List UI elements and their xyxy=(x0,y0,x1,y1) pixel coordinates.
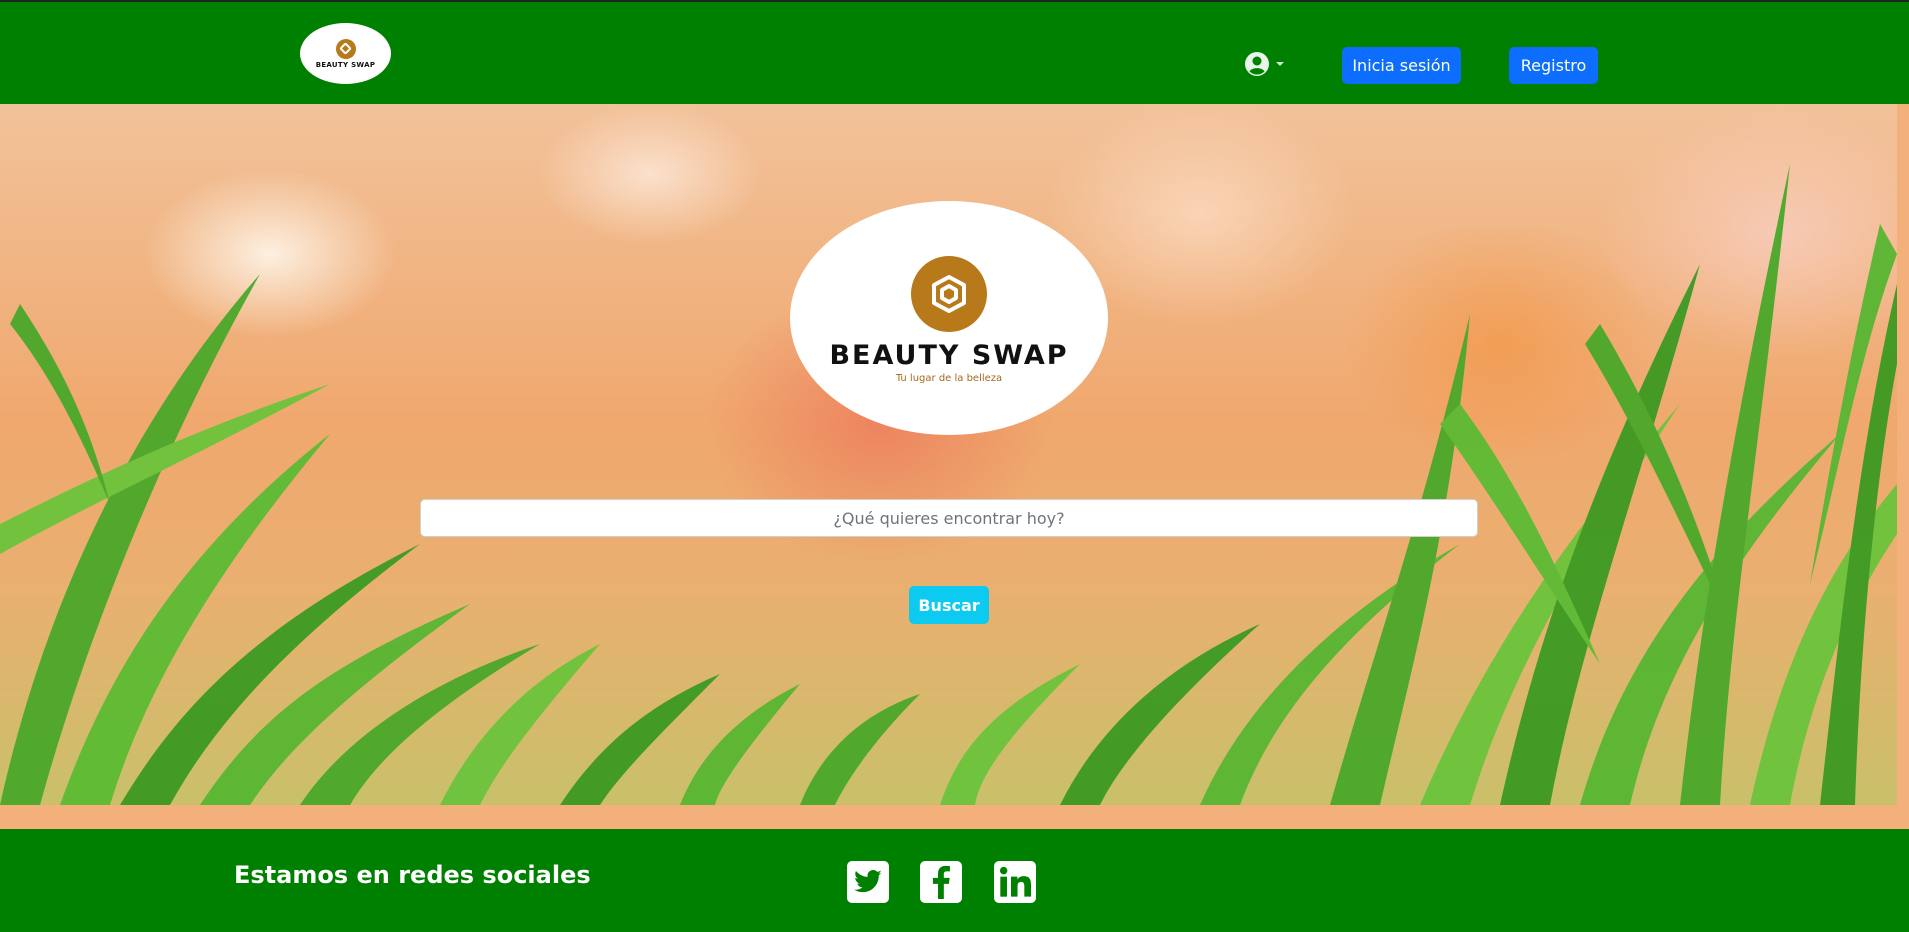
beauty-swap-logo-icon xyxy=(911,256,987,332)
navbar: BEAUTY SWAP Inicia sesión Registro xyxy=(0,2,1909,104)
linkedin-link[interactable] xyxy=(994,861,1036,903)
footer: Estamos en redes sociales xyxy=(0,829,1909,932)
search-button[interactable]: Buscar xyxy=(909,586,989,624)
hero-brand-name: BEAUTY SWAP xyxy=(829,340,1069,371)
hero-tagline: Tu lugar de la belleza xyxy=(895,373,1003,384)
facebook-icon xyxy=(932,865,950,899)
search-input[interactable] xyxy=(420,499,1478,537)
divider-strip xyxy=(0,805,1909,829)
user-menu-dropdown[interactable] xyxy=(1244,50,1288,78)
nav-logo-text: BEAUTY SWAP xyxy=(315,60,376,69)
nav-logo[interactable]: BEAUTY SWAP xyxy=(300,23,391,84)
hero-logo: BEAUTY SWAP Tu lugar de la belleza xyxy=(790,201,1108,435)
logo-mark-icon xyxy=(335,38,356,59)
twitter-link[interactable] xyxy=(847,861,889,903)
register-button[interactable]: Registro xyxy=(1509,47,1598,84)
linkedin-icon xyxy=(999,866,1031,897)
login-button[interactable]: Inicia sesión xyxy=(1342,47,1461,84)
twitter-icon xyxy=(854,870,882,893)
footer-title: Estamos en redes sociales xyxy=(234,861,591,889)
hero-banner: BEAUTY SWAP Tu lugar de la belleza Busca… xyxy=(0,104,1897,805)
facebook-link[interactable] xyxy=(920,861,962,903)
chevron-down-icon xyxy=(1276,62,1284,66)
user-circle-icon xyxy=(1245,52,1269,76)
